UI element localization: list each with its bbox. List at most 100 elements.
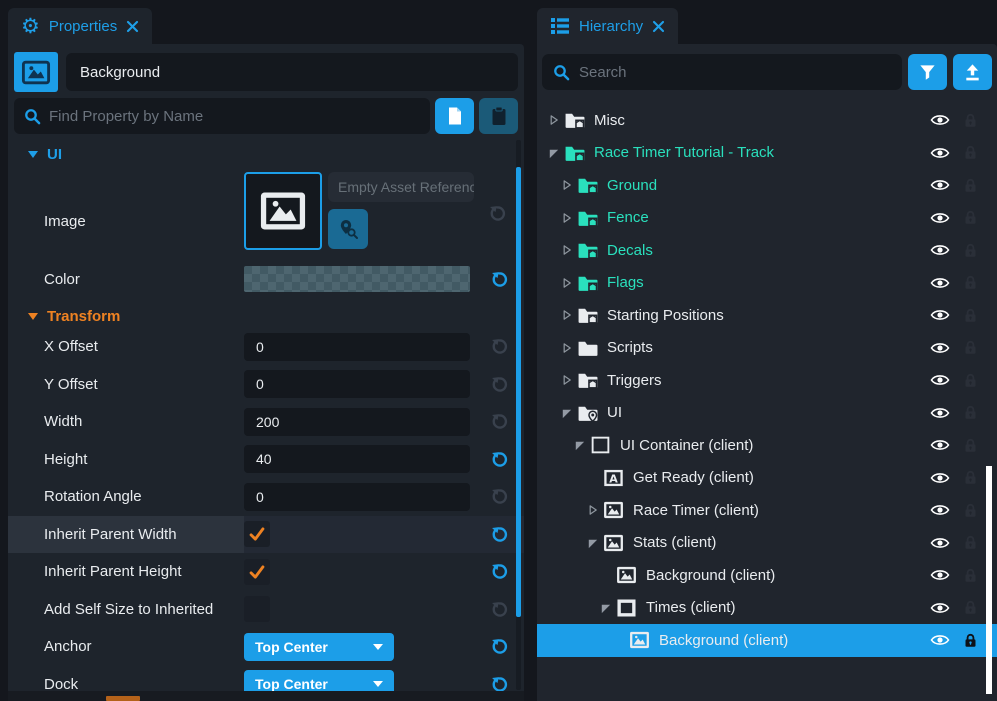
tree-item-flags-5[interactable]: Flags [537, 267, 997, 300]
width-input[interactable] [244, 408, 470, 436]
close-icon[interactable] [652, 20, 665, 33]
y-offset-input[interactable] [244, 370, 470, 398]
reset-y-offset-button[interactable] [488, 373, 510, 395]
find-asset-button[interactable] [328, 209, 368, 249]
collapse-arrow-icon[interactable] [586, 536, 603, 550]
section-ui-header[interactable]: UI [28, 144, 524, 164]
image-thumbnail-button[interactable] [244, 172, 322, 250]
color-swatch[interactable] [244, 266, 470, 292]
tree-item-ui-9[interactable]: UI [537, 397, 997, 430]
collapse-arrow-icon[interactable] [599, 601, 616, 615]
lock-icon[interactable] [963, 437, 978, 454]
visibility-eye-icon[interactable] [930, 243, 950, 257]
expand-arrow-icon[interactable] [560, 308, 577, 322]
tree-item-misc-0[interactable]: Misc [537, 104, 997, 137]
expand-arrow-icon[interactable] [560, 243, 577, 257]
paste-properties-button[interactable] [479, 98, 518, 134]
visibility-eye-icon[interactable] [930, 406, 950, 420]
collapse-arrow-icon[interactable] [560, 406, 577, 420]
reset-width-button[interactable] [488, 411, 510, 433]
lock-icon[interactable] [963, 307, 978, 324]
visibility-eye-icon[interactable] [930, 536, 950, 550]
tree-item-stats-client-13[interactable]: Stats (client) [537, 527, 997, 560]
hierarchy-scrollbar-thumb[interactable] [986, 466, 992, 694]
reset-anchor-button[interactable] [488, 636, 510, 658]
visibility-eye-icon[interactable] [930, 113, 950, 127]
close-icon[interactable] [126, 20, 139, 33]
lock-icon[interactable] [963, 177, 978, 194]
tree-item-race-timer-tutorial-track-1[interactable]: Race Timer Tutorial - Track [537, 137, 997, 170]
visibility-eye-icon[interactable] [930, 211, 950, 225]
visibility-eye-icon[interactable] [930, 568, 950, 582]
visibility-eye-icon[interactable] [930, 633, 950, 647]
tree-item-fence-3[interactable]: Fence [537, 202, 997, 235]
section-transform-header[interactable]: Transform [28, 306, 524, 326]
visibility-eye-icon[interactable] [930, 471, 950, 485]
lock-icon[interactable] [963, 242, 978, 259]
copy-properties-button[interactable] [435, 98, 474, 134]
lock-icon[interactable] [963, 372, 978, 389]
upload-button[interactable] [953, 54, 992, 90]
lock-icon[interactable] [963, 404, 978, 421]
expand-arrow-icon[interactable] [560, 341, 577, 355]
reset-rotation-angle-button[interactable] [488, 486, 510, 508]
lock-icon[interactable] [963, 274, 978, 291]
expand-arrow-icon[interactable] [547, 113, 564, 127]
visibility-eye-icon[interactable] [930, 373, 950, 387]
visibility-eye-icon[interactable] [930, 178, 950, 192]
lock-icon[interactable] [963, 209, 978, 226]
collapse-arrow-icon[interactable] [573, 438, 590, 452]
properties-scrollbar-track[interactable] [516, 140, 521, 690]
anchor-dropdown[interactable]: Top Center [244, 633, 394, 661]
expand-arrow-icon[interactable] [560, 373, 577, 387]
object-name-input[interactable] [66, 53, 518, 91]
reset-add-self-size-to-inherited-button[interactable] [488, 598, 510, 620]
lock-icon[interactable] [963, 144, 978, 161]
collapse-arrow-icon[interactable] [547, 146, 564, 160]
reset-inherit-parent-height-button[interactable] [488, 561, 510, 583]
tree-item-times-client-15[interactable]: Times (client) [537, 592, 997, 625]
lock-icon[interactable] [963, 632, 978, 649]
visibility-eye-icon[interactable] [930, 276, 950, 290]
tree-item-race-timer-client-12[interactable]: Race Timer (client) [537, 494, 997, 527]
reset-height-button[interactable] [488, 448, 510, 470]
expand-arrow-icon[interactable] [560, 211, 577, 225]
visibility-eye-icon[interactable] [930, 341, 950, 355]
tree-item-scripts-7[interactable]: Scripts [537, 332, 997, 365]
tree-item-ground-2[interactable]: Ground [537, 169, 997, 202]
rotation-angle-input[interactable] [244, 483, 470, 511]
tree-item-decals-4[interactable]: Decals [537, 234, 997, 267]
visibility-eye-icon[interactable] [930, 438, 950, 452]
lock-icon[interactable] [963, 502, 978, 519]
lock-icon[interactable] [963, 599, 978, 616]
tree-item-get-ready-client-11[interactable]: AGet Ready (client) [537, 462, 997, 495]
visibility-eye-icon[interactable] [930, 503, 950, 517]
tree-item-triggers-8[interactable]: Triggers [537, 364, 997, 397]
tree-item-background-client-16[interactable]: Background (client) [537, 624, 997, 657]
lock-icon[interactable] [963, 112, 978, 129]
filter-button[interactable] [908, 54, 947, 90]
visibility-eye-icon[interactable] [930, 601, 950, 615]
x-offset-input[interactable] [244, 333, 470, 361]
lock-icon[interactable] [963, 339, 978, 356]
reset-inherit-parent-width-button[interactable] [488, 523, 510, 545]
properties-scrollbar-thumb[interactable] [516, 167, 521, 617]
inherit-parent-height-checkbox[interactable] [244, 559, 270, 585]
reset-x-offset-button[interactable] [488, 336, 510, 358]
reset-color-button[interactable] [488, 268, 510, 290]
expand-arrow-icon[interactable] [560, 178, 577, 192]
inherit-parent-width-checkbox[interactable] [244, 521, 270, 547]
height-input[interactable] [244, 445, 470, 473]
lock-icon[interactable] [963, 567, 978, 584]
hierarchy-search-input[interactable] [579, 64, 891, 81]
expand-arrow-icon[interactable] [586, 503, 603, 517]
find-property-input[interactable] [49, 108, 420, 125]
tree-item-ui-container-client-10[interactable]: UI Container (client) [537, 429, 997, 462]
visibility-eye-icon[interactable] [930, 308, 950, 322]
lock-icon[interactable] [963, 534, 978, 551]
tab-properties[interactable]: ⚙ Properties [8, 8, 152, 44]
tab-hierarchy[interactable]: Hierarchy [537, 8, 678, 44]
add-self-size-to-inherited-checkbox[interactable] [244, 596, 270, 622]
tree-item-starting-positions-6[interactable]: Starting Positions [537, 299, 997, 332]
visibility-eye-icon[interactable] [930, 146, 950, 160]
